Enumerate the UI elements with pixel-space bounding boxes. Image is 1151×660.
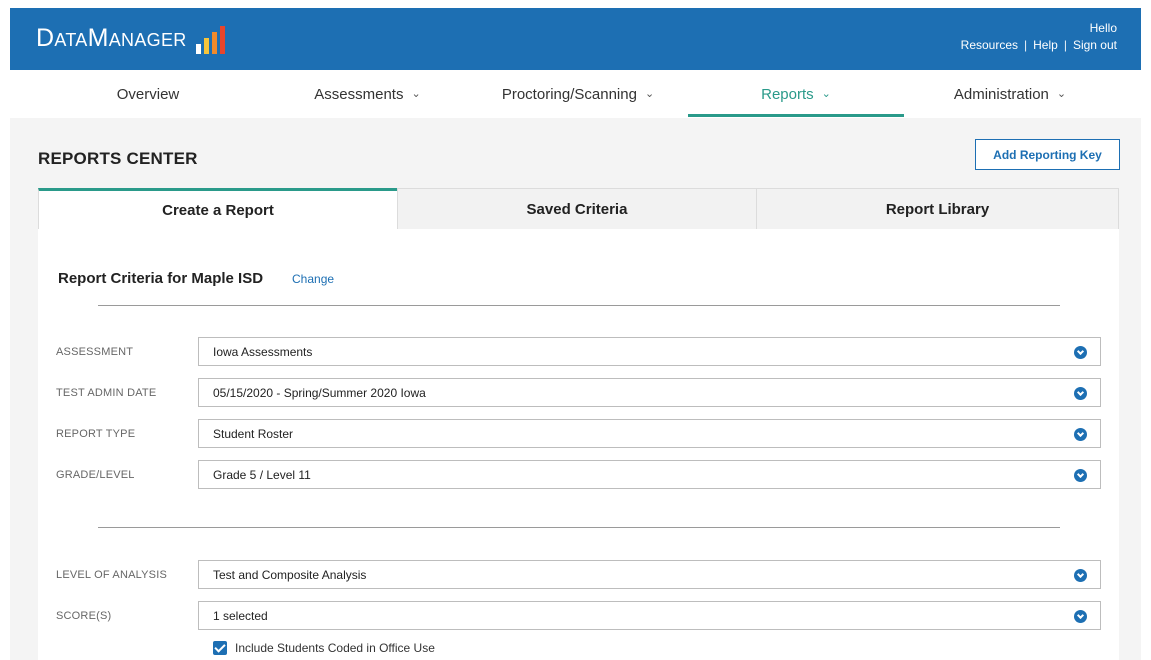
section-divider [98, 527, 1060, 528]
nav-label: Reports [761, 85, 814, 103]
select-value: Grade 5 / Level 11 [213, 467, 311, 482]
nav-assessments[interactable]: Assessments ⌄ [275, 70, 460, 118]
main-nav: Overview Assessments ⌄ Proctoring/Scannin… [10, 70, 1141, 118]
chevron-down-icon: ⌄ [821, 87, 831, 100]
nav-overview[interactable]: Overview [58, 70, 238, 118]
bar-chart-icon [195, 26, 225, 54]
test-admin-date-select[interactable]: 05/15/2020 - Spring/Summer 2020 Iowa [198, 378, 1101, 407]
logo-letter: M [87, 24, 109, 52]
chevron-down-icon: ⌄ [644, 87, 655, 100]
chevron-down-icon [1074, 469, 1087, 482]
logo-letters: ATA [54, 30, 88, 50]
level-of-analysis-label: LEVEL OF ANALYSIS [56, 569, 168, 581]
nav-proctoring-scanning[interactable]: Proctoring/Scanning ⌄ [478, 70, 678, 118]
tab-report-library[interactable]: Report Library [756, 188, 1119, 230]
nav-label: Assessments [314, 85, 404, 103]
include-office-use-checkbox[interactable] [213, 641, 227, 655]
grade-level-label: GRADE/LEVEL [56, 469, 135, 481]
chevron-down-icon: ⌄ [1056, 87, 1067, 100]
nav-reports[interactable]: Reports ⌄ [696, 70, 896, 118]
select-value: 05/15/2020 - Spring/Summer 2020 Iowa [213, 385, 426, 400]
nav-label: Proctoring/Scanning [501, 85, 637, 103]
include-office-use-label[interactable]: Include Students Coded in Office Use [235, 641, 435, 655]
chevron-down-icon [1074, 346, 1087, 359]
level-of-analysis-select[interactable]: Test and Composite Analysis [198, 560, 1101, 589]
nav-label: Administration [953, 85, 1049, 103]
logo-text: DATAMANAGER [36, 25, 187, 54]
help-link[interactable]: Help [1033, 37, 1058, 54]
nav-administration[interactable]: Administration ⌄ [910, 70, 1110, 118]
logo-letter: D [36, 24, 55, 52]
assessment-label: ASSESSMENT [56, 346, 134, 358]
datamanager-logo[interactable]: DATAMANAGER [36, 25, 225, 54]
add-reporting-key-button[interactable]: Add Reporting Key [975, 139, 1120, 170]
scores-select[interactable]: 1 selected [198, 601, 1101, 630]
report-type-label: REPORT TYPE [56, 428, 136, 440]
chevron-down-icon [1074, 569, 1087, 582]
test-admin-date-label: TEST ADMIN DATE [56, 387, 157, 399]
select-value: 1 selected [213, 608, 268, 623]
create-report-panel: Report Criteria for Maple ISD Change ASS… [38, 229, 1119, 660]
page-title: REPORTS CENTER [38, 149, 198, 168]
chevron-down-icon: ⌄ [411, 87, 421, 100]
criteria-title: Report Criteria for Maple ISD [58, 270, 264, 287]
section-divider [98, 305, 1060, 306]
top-bar: DATAMANAGER Hello Resources | Help | Sig… [10, 8, 1141, 70]
resources-link[interactable]: Resources [961, 37, 1018, 54]
link-separator: | [1063, 38, 1067, 52]
tab-saved-criteria[interactable]: Saved Criteria [397, 188, 757, 230]
report-type-select[interactable]: Student Roster [198, 419, 1101, 448]
report-tabs: Create a Report Saved Criteria Report Li… [38, 188, 1119, 230]
tab-create-a-report[interactable]: Create a Report [38, 188, 398, 230]
grade-level-select[interactable]: Grade 5 / Level 11 [198, 460, 1101, 489]
link-separator: | [1024, 38, 1028, 52]
active-nav-indicator [688, 114, 904, 117]
change-link[interactable]: Change [292, 272, 334, 286]
sign-out-link[interactable]: Sign out [1073, 37, 1117, 54]
scores-label: SCORE(S) [56, 610, 112, 622]
select-value: Student Roster [213, 426, 294, 441]
user-menu: Hello Resources | Help | Sign out [961, 20, 1117, 54]
nav-label: Overview [116, 85, 180, 103]
select-value: Test and Composite Analysis [213, 567, 367, 582]
chevron-down-icon [1074, 428, 1087, 441]
logo-letters: ANAGER [108, 30, 187, 50]
chevron-down-icon [1074, 387, 1087, 400]
chevron-down-icon [1074, 610, 1087, 623]
assessment-select[interactable]: Iowa Assessments [198, 337, 1101, 366]
greeting-text: Hello [1089, 21, 1117, 35]
app-frame: DATAMANAGER Hello Resources | Help | Sig… [10, 8, 1141, 660]
select-value: Iowa Assessments [213, 344, 313, 359]
